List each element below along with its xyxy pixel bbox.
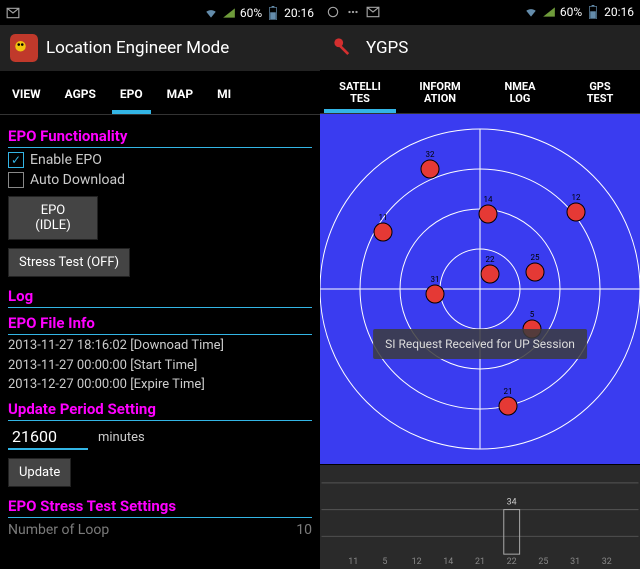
tab-satellites[interactable]: SATELLITES — [320, 72, 400, 113]
auto-download-label: Auto Download — [30, 172, 125, 188]
phone-left: 60% 20:16 Location Engineer Mode VIEW AG… — [0, 0, 320, 569]
toast-message: SI Request Received for UP Session — [373, 329, 587, 359]
graph-x-label: 31 — [570, 557, 580, 567]
graph-x-label: 25 — [538, 557, 548, 567]
stress-field-label: Number of Loop — [8, 522, 109, 538]
signal-icon — [542, 5, 556, 19]
status-bar: 60% 20:16 — [0, 0, 320, 25]
satellite-dot — [481, 265, 499, 283]
main-content: EPO Functionality ✓ Enable EPO Auto Down… — [0, 115, 320, 569]
update-period-unit: minutes — [98, 430, 145, 445]
clock: 20:16 — [284, 6, 314, 20]
graph-x-label: 21 — [475, 557, 485, 567]
graph-x-label: 12 — [412, 557, 422, 567]
satellite-radar: 32 11 14 12 22 25 31 5 21 SI Request Received fo… — [320, 114, 640, 464]
action-bar: YGPS — [320, 25, 640, 73]
tab-map[interactable]: MAP — [155, 73, 205, 114]
battery-pct: 60% — [560, 5, 582, 19]
enable-epo-label: Enable EPO — [30, 152, 102, 168]
satellite-label: 21 — [504, 387, 513, 396]
action-bar: Location Engineer Mode — [0, 25, 320, 73]
graph-x-label: 22 — [507, 557, 517, 567]
section-log: Log — [8, 287, 312, 308]
status-bar: 60% 20:16 — [320, 0, 640, 25]
enable-epo-checkbox[interactable]: ✓ — [8, 152, 24, 168]
satellite-dot — [421, 160, 439, 178]
stress-test-button[interactable]: Stress Test (OFF) — [8, 248, 130, 277]
graph-bar — [504, 510, 520, 555]
battery-icon — [266, 6, 280, 20]
satellite-label: 25 — [531, 253, 540, 262]
tab-gps-test[interactable]: GPSTEST — [560, 72, 640, 113]
page-title: Location Engineer Mode — [46, 38, 229, 58]
wifi-icon — [204, 6, 218, 20]
tab-epo[interactable]: EPO — [108, 73, 155, 114]
tab-agps[interactable]: AGPS — [53, 73, 108, 114]
satellite-dot — [374, 223, 392, 241]
file-info-line: 2013-11-27 00:00:00 [Start Time] — [8, 357, 312, 375]
update-period-input[interactable]: 21600 — [8, 425, 88, 450]
app-icon — [10, 34, 38, 62]
sync-icon — [326, 5, 340, 19]
epo-idle-button[interactable]: EPO (IDLE) — [8, 196, 98, 240]
satellite-dot — [526, 263, 544, 281]
satellite-dot — [567, 203, 585, 221]
stress-field-value: 10 — [296, 522, 312, 538]
satellite-label: 32 — [426, 150, 435, 159]
tab-bar: SATELLITES INFORMATION NMEALOG GPSTEST — [320, 72, 640, 114]
satellite-label: 11 — [379, 213, 388, 222]
graph-x-label: 11 — [348, 557, 358, 567]
graph-x-label: 5 — [382, 557, 387, 567]
mail-icon — [366, 5, 380, 19]
signal-icon — [222, 6, 236, 20]
signal-graph: 11 5 12 14 21 22 34 25 31 32 — [320, 464, 640, 569]
satellite-label: 14 — [484, 195, 493, 204]
tab-information[interactable]: INFORMATION — [400, 72, 480, 113]
phone-right: 60% 20:16 YGPS SATELLITES INFORMATION NM… — [320, 0, 640, 569]
satellite-label: 22 — [486, 255, 495, 264]
tab-view[interactable]: VIEW — [0, 73, 53, 114]
tab-nmea-log[interactable]: NMEALOG — [480, 72, 560, 113]
satellite-dot — [499, 397, 517, 415]
clock: 20:16 — [604, 5, 634, 19]
satellite-dot — [426, 285, 444, 303]
section-file-info: EPO File Info — [8, 314, 312, 335]
section-epo-functionality: EPO Functionality — [8, 127, 312, 148]
battery-icon — [586, 5, 600, 19]
section-stress-settings: EPO Stress Test Settings — [8, 497, 312, 518]
menu-icon — [346, 5, 360, 19]
graph-bar-value: 34 — [507, 498, 517, 508]
satellite-label: 31 — [431, 275, 440, 284]
file-info-line: 2013-12-27 00:00:00 [Expire Time] — [8, 376, 312, 394]
mail-icon — [6, 6, 20, 20]
satellite-label: 5 — [530, 310, 535, 319]
tab-mi[interactable]: MI — [205, 73, 243, 114]
graph-x-label: 14 — [443, 557, 453, 567]
battery-pct: 60% — [240, 6, 262, 20]
update-button[interactable]: Update — [8, 458, 71, 487]
graph-x-label: 32 — [602, 557, 612, 567]
app-icon — [330, 34, 358, 62]
section-update-period: Update Period Setting — [8, 400, 312, 421]
auto-download-checkbox[interactable] — [8, 172, 24, 188]
page-title: YGPS — [366, 38, 408, 58]
file-info-line: 2013-11-27 18:16:02 [Downoad Time] — [8, 337, 312, 355]
tab-bar: VIEW AGPS EPO MAP MI — [0, 73, 320, 115]
satellite-label: 12 — [572, 193, 581, 202]
satellite-dot — [479, 205, 497, 223]
wifi-icon — [524, 5, 538, 19]
